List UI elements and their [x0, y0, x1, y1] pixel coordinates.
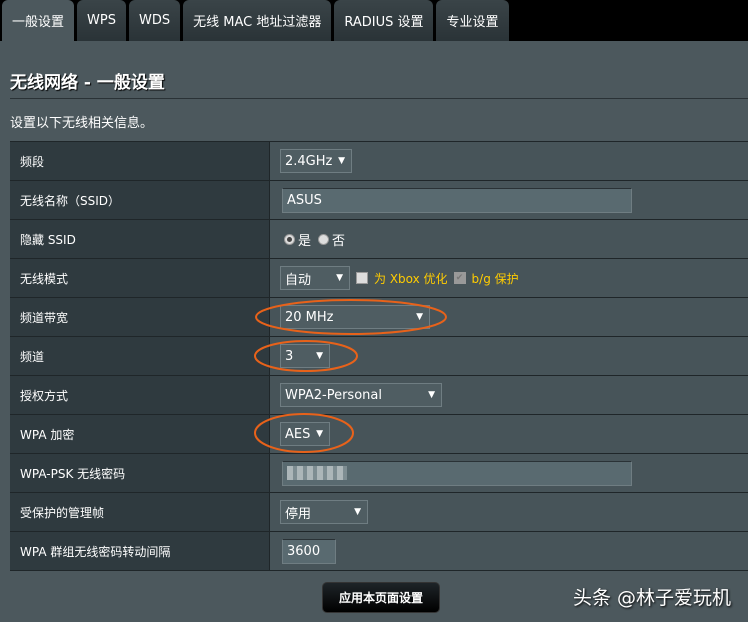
value: 20 MHz	[285, 309, 334, 325]
value: 3	[285, 348, 294, 364]
label: 频道	[10, 337, 270, 375]
chevron-down-icon: ▼	[354, 507, 361, 517]
value: 自动	[285, 272, 312, 288]
value: AES	[285, 426, 311, 442]
row-hide-ssid: 隐藏 SSID 是 否	[10, 220, 748, 259]
value: 2.4GHz	[285, 153, 333, 169]
chevron-down-icon: ▼	[316, 429, 323, 439]
label: 无线模式	[10, 259, 270, 297]
label: WPA 加密	[10, 415, 270, 453]
row-band: 频段 2.4GHz ▼	[10, 142, 748, 181]
encryption-select[interactable]: AES ▼	[280, 422, 330, 446]
channel-select[interactable]: 3 ▼	[280, 344, 330, 368]
row-ssid: 无线名称（SSID） ASUS	[10, 181, 748, 220]
tab-bar: 一般设置 WPS WDS 无线 MAC 地址过滤器 RADIUS 设置 专业设置	[0, 0, 748, 41]
tab-mac-filter[interactable]: 无线 MAC 地址过滤器	[183, 0, 332, 41]
rekey-input[interactable]: 3600	[282, 538, 336, 564]
label: 隐藏 SSID	[10, 220, 270, 258]
xbox-label: 为 Xbox 优化	[374, 271, 448, 286]
mode-select[interactable]: 自动 ▼	[280, 266, 350, 290]
tab-wps[interactable]: WPS	[77, 0, 126, 41]
tab-wds[interactable]: WDS	[128, 0, 181, 41]
page-description: 设置以下无线相关信息。	[10, 116, 154, 131]
pmf-select[interactable]: 停用 ▼	[280, 500, 368, 524]
label: 频段	[10, 142, 270, 180]
bg-protection-checkbox[interactable]: ✔	[453, 272, 466, 284]
band-select[interactable]: 2.4GHz ▼	[280, 149, 352, 173]
chevron-down-icon: ▼	[416, 312, 423, 322]
tab-general[interactable]: 一般设置	[2, 0, 75, 41]
auth-select[interactable]: WPA2-Personal ▼	[280, 383, 442, 407]
label: 无线名称（SSID）	[10, 181, 270, 219]
xbox-checkbox[interactable]	[356, 272, 368, 284]
divider	[10, 98, 748, 99]
watermark: 头条 @林子爱玩机	[573, 587, 732, 609]
row-channel: 频道 3 ▼	[10, 337, 748, 376]
radio-yes[interactable]	[284, 233, 295, 245]
label: 授权方式	[10, 376, 270, 414]
radio-no[interactable]	[318, 233, 330, 245]
row-rekey-interval: WPA 群组无线密码转动间隔 3600	[10, 532, 748, 571]
chevron-down-icon: ▼	[428, 390, 435, 400]
blurred-password	[287, 466, 347, 480]
bg-protection-label: b/g 保护	[471, 271, 519, 286]
settings-table: 频段 2.4GHz ▼ 无线名称（SSID） ASUS 隐藏 SSID 是 否 无线…	[10, 141, 748, 571]
chevron-down-icon: ▼	[338, 156, 345, 166]
value: 停用	[285, 506, 312, 522]
row-auth: 授权方式 WPA2-Personal ▼	[10, 376, 748, 415]
chevron-down-icon: ▼	[316, 351, 323, 361]
value: WPA2-Personal	[285, 387, 382, 403]
radio-no-label: 否	[332, 233, 346, 249]
radio-yes-label: 是	[298, 233, 312, 249]
row-pmf: 受保护的管理帧 停用 ▼	[10, 493, 748, 532]
apply-button[interactable]: 应用本页面设置	[322, 582, 440, 613]
tab-professional[interactable]: 专业设置	[436, 0, 509, 41]
page-title: 无线网络 - 一般设置	[10, 73, 165, 93]
label: 受保护的管理帧	[10, 493, 270, 531]
psk-input[interactable]	[282, 460, 632, 486]
label: WPA 群组无线密码转动间隔	[10, 532, 270, 570]
label: 频道带宽	[10, 298, 270, 336]
row-psk: WPA-PSK 无线密码	[10, 454, 748, 493]
ssid-input[interactable]: ASUS	[282, 187, 632, 213]
bandwidth-select[interactable]: 20 MHz ▼	[280, 305, 430, 329]
row-mode: 无线模式 自动 ▼ 为 Xbox 优化 ✔ b/g 保护	[10, 259, 748, 298]
tab-radius[interactable]: RADIUS 设置	[334, 0, 434, 41]
row-wpa-encryption: WPA 加密 AES ▼	[10, 415, 748, 454]
label: WPA-PSK 无线密码	[10, 454, 270, 492]
chevron-down-icon: ▼	[336, 273, 343, 283]
row-bandwidth: 频道带宽 20 MHz ▼	[10, 298, 748, 337]
